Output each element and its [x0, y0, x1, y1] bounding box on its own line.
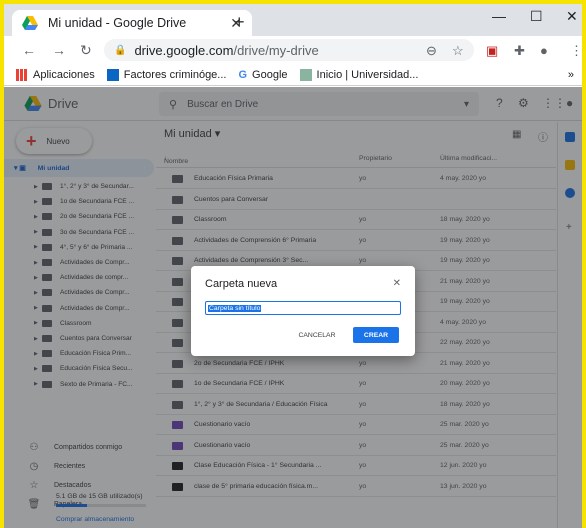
- tab-title: Mi unidad - Google Drive: [48, 16, 187, 30]
- maximize-button[interactable]: ☐: [530, 8, 543, 25]
- new-tab-button[interactable]: +: [234, 12, 245, 33]
- bookmark-apps[interactable]: Aplicaciones: [16, 68, 95, 81]
- more-bookmarks-icon[interactable]: »: [568, 69, 574, 81]
- url-input[interactable]: 🔒 drive.google.com/drive/my-drive: [104, 39, 474, 61]
- create-button[interactable]: CREAR: [353, 327, 399, 343]
- zoom-icon[interactable]: ⊖: [426, 43, 437, 59]
- dialog-title: Carpeta nueva: [205, 278, 278, 290]
- extensions-icon[interactable]: ✚: [514, 43, 525, 59]
- google-g-icon: G: [238, 68, 248, 81]
- drive-favicon-icon: [22, 16, 38, 30]
- menu-kebab-icon[interactable]: ⋮: [570, 43, 582, 59]
- browser-tab[interactable]: Mi unidad - Google Drive ✕: [12, 10, 252, 36]
- bookmark-google[interactable]: G Google: [238, 69, 287, 81]
- new-folder-dialog: Carpeta nueva ✕ Carpeta sin título CANCE…: [191, 266, 415, 356]
- close-window-button[interactable]: ✕: [566, 8, 578, 25]
- bookmark-universidad[interactable]: Inicio | Universidad...: [299, 68, 418, 81]
- university-icon: [299, 68, 312, 81]
- bookmarks-bar: Aplicaciones Factores criminóge... G Goo…: [4, 64, 582, 86]
- browser-window: Mi unidad - Google Drive ✕ + — ☐ ✕ ← → ↻…: [4, 4, 582, 528]
- lock-icon: 🔒: [114, 44, 127, 56]
- bookmark-factores[interactable]: Factores criminóge...: [106, 68, 226, 81]
- back-arrow-icon[interactable]: ←: [22, 42, 36, 58]
- forward-arrow-icon[interactable]: →: [52, 42, 66, 58]
- url-text: drive.google.com/drive/my-drive: [134, 42, 319, 58]
- folder-name-input[interactable]: Carpeta sin título: [205, 301, 401, 315]
- cancel-button[interactable]: CANCELAR: [291, 327, 343, 343]
- apps-grid-icon: [16, 68, 28, 81]
- profile-avatar-icon[interactable]: ●: [540, 43, 548, 58]
- tab-bar: Mi unidad - Google Drive ✕ + — ☐ ✕: [4, 4, 582, 36]
- minimize-button[interactable]: —: [492, 8, 506, 24]
- reload-icon[interactable]: ↻: [80, 42, 92, 59]
- dialog-close-icon[interactable]: ✕: [393, 278, 401, 289]
- linkedin-icon: [106, 68, 119, 81]
- star-icon[interactable]: ☆: [452, 43, 464, 59]
- address-bar-row: ← → ↻ 🔒 drive.google.com/drive/my-drive …: [4, 36, 582, 64]
- pdf-extension-icon[interactable]: ▣: [486, 43, 498, 59]
